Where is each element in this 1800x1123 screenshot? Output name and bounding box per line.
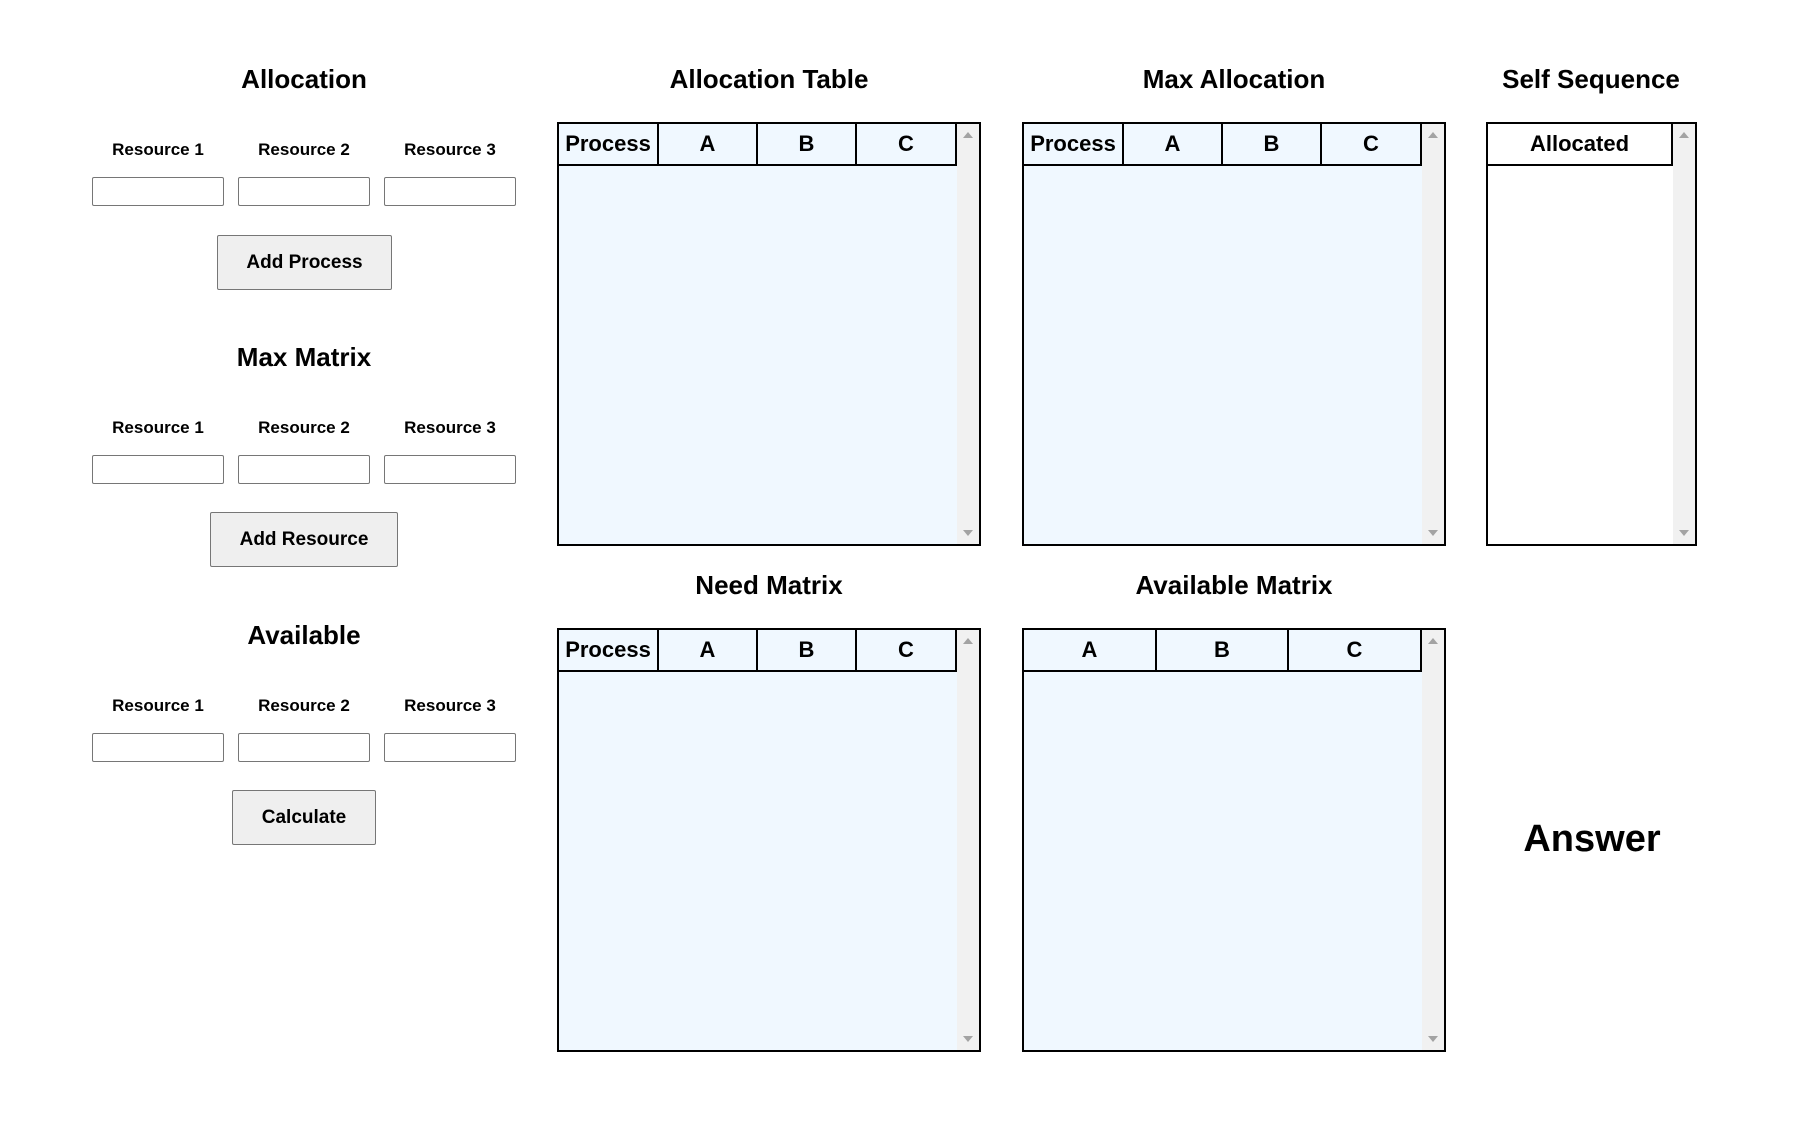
allocation-table[interactable]: Process A B C: [557, 122, 981, 546]
available-matrix-table[interactable]: A B C: [1022, 628, 1446, 1052]
scroll-up-arrow-icon[interactable]: [963, 132, 973, 138]
need-matrix-header-a: A: [659, 630, 758, 670]
scroll-up-arrow-icon[interactable]: [1679, 132, 1689, 138]
answer-title: Answer: [1523, 818, 1661, 860]
allocation-resource-1-input[interactable]: [92, 177, 224, 206]
max-resource-2-label: Resource 2: [258, 418, 350, 437]
self-sequence-scrollbar[interactable]: [1673, 124, 1695, 544]
available-resource-3-label: Resource 3: [404, 696, 496, 715]
need-matrix-header-b: B: [758, 630, 857, 670]
max-allocation-header-c: C: [1363, 131, 1379, 156]
allocation-table-header-process: Process: [559, 124, 659, 164]
max-matrix-section-title: Max Matrix: [236, 342, 372, 372]
add-process-button[interactable]: Add Process: [217, 235, 392, 290]
allocation-resource-3-label: Resource 3: [404, 140, 496, 159]
available-resource-2-input[interactable]: [238, 733, 370, 762]
max-resource-1-input[interactable]: [92, 455, 224, 484]
max-allocation-scrollbar[interactable]: [1422, 124, 1444, 544]
max-resource-3-label: Resource 3: [404, 418, 496, 437]
available-matrix-header-a: A: [1024, 630, 1157, 670]
available-matrix-scrollbar[interactable]: [1422, 630, 1444, 1050]
allocation-resource-3-input[interactable]: [384, 177, 516, 206]
scroll-down-arrow-icon[interactable]: [963, 1036, 973, 1042]
self-sequence-table[interactable]: Allocated: [1486, 122, 1697, 546]
allocation-table-header-c: C: [898, 131, 914, 156]
max-allocation-header-process: Process: [1024, 124, 1124, 164]
allocation-table-header: Process A B C: [559, 124, 957, 166]
scroll-up-arrow-icon[interactable]: [963, 638, 973, 644]
max-resource-3-input[interactable]: [384, 455, 516, 484]
self-sequence-header-allocated: Allocated: [1529, 131, 1630, 156]
need-matrix-table-header: Process A B C: [559, 630, 957, 672]
need-matrix-header-c: C: [898, 637, 914, 662]
available-matrix-header-c: C: [1346, 637, 1363, 662]
need-matrix-title: Need Matrix: [695, 570, 843, 600]
need-matrix-table[interactable]: Process A B C: [557, 628, 981, 1052]
allocation-table-header-a: A: [659, 124, 758, 164]
max-resource-1-label: Resource 1: [112, 418, 204, 437]
max-allocation-title: Max Allocation: [1142, 64, 1326, 94]
allocation-table-header-b: B: [758, 124, 857, 164]
need-matrix-header-process: Process: [559, 630, 659, 670]
available-resource-1-input[interactable]: [92, 733, 224, 762]
calculate-button[interactable]: Calculate: [232, 790, 376, 845]
available-matrix-header-b: B: [1157, 630, 1289, 670]
scroll-up-arrow-icon[interactable]: [1428, 638, 1438, 644]
scroll-down-arrow-icon[interactable]: [1679, 530, 1689, 536]
allocation-table-scrollbar[interactable]: [957, 124, 979, 544]
max-resource-2-input[interactable]: [238, 455, 370, 484]
allocation-resource-2-label: Resource 2: [258, 140, 350, 159]
add-resource-button[interactable]: Add Resource: [210, 512, 398, 567]
allocation-section-title: Allocation: [241, 64, 367, 94]
self-sequence-title: Self Sequence: [1502, 64, 1680, 94]
max-allocation-table[interactable]: Process A B C: [1022, 122, 1446, 546]
need-matrix-scrollbar[interactable]: [957, 630, 979, 1050]
allocation-resource-1-label: Resource 1: [112, 140, 204, 159]
scroll-down-arrow-icon[interactable]: [963, 530, 973, 536]
available-matrix-table-header: A B C: [1024, 630, 1422, 672]
self-sequence-table-header: Allocated: [1488, 124, 1673, 166]
allocation-resource-2-input[interactable]: [238, 177, 370, 206]
max-allocation-header-b: B: [1223, 124, 1322, 164]
available-section-title: Available: [247, 620, 361, 650]
scroll-down-arrow-icon[interactable]: [1428, 530, 1438, 536]
max-allocation-header-a: A: [1124, 124, 1223, 164]
scroll-up-arrow-icon[interactable]: [1428, 132, 1438, 138]
available-resource-3-input[interactable]: [384, 733, 516, 762]
max-allocation-table-header: Process A B C: [1024, 124, 1422, 166]
allocation-table-title: Allocation Table: [669, 64, 869, 94]
available-resource-2-label: Resource 2: [258, 696, 350, 715]
available-matrix-title: Available Matrix: [1135, 570, 1333, 600]
scroll-down-arrow-icon[interactable]: [1428, 1036, 1438, 1042]
available-resource-1-label: Resource 1: [112, 696, 204, 715]
